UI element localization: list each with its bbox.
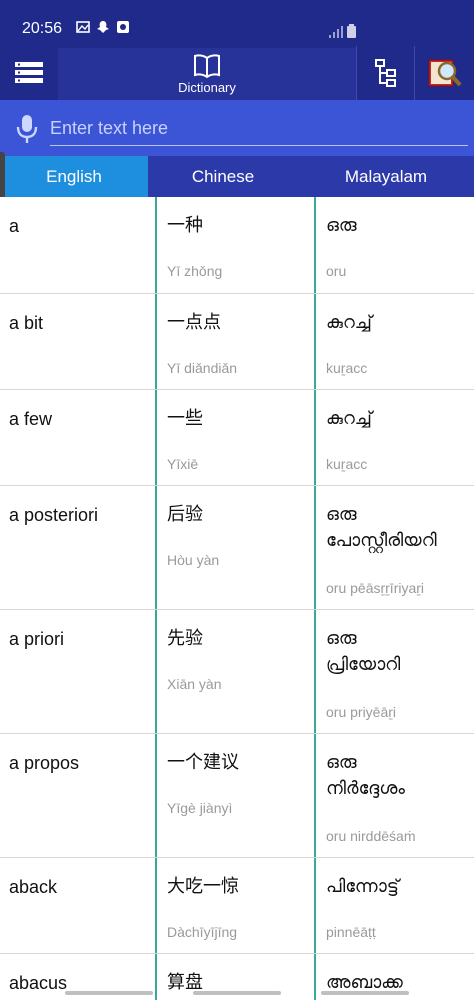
battery-icon bbox=[347, 24, 356, 38]
malayalam-word: കുറച്ച് bbox=[326, 408, 372, 429]
english-word: a posteriori bbox=[9, 505, 99, 525]
english-word: a priori bbox=[9, 629, 65, 649]
english-word: a bbox=[9, 216, 20, 236]
malayalam-word: കുറച്ച് bbox=[326, 312, 372, 333]
malayalam-romanization: kuṟacc bbox=[326, 456, 368, 472]
pinyin: Yīxiē bbox=[167, 456, 199, 472]
tab-malayalam[interactable]: Malayalam bbox=[298, 156, 474, 197]
tab-chinese[interactable]: Chinese bbox=[148, 156, 298, 197]
language-tabs: English Chinese Malayalam bbox=[0, 156, 474, 197]
record-icon bbox=[117, 21, 129, 33]
malayalam-romanization: oru pēāsṟṟīriyaṟi bbox=[326, 580, 425, 596]
english-word: a few bbox=[9, 409, 53, 429]
search-bar bbox=[0, 100, 474, 156]
microphone-icon[interactable] bbox=[16, 114, 38, 144]
table-row[interactable]: a few 一些 Yīxiē കുറച്ച് kuṟacc bbox=[0, 390, 474, 486]
tree-structure-icon bbox=[374, 59, 396, 87]
dictionary-list: a 一种 Yī zhǒng ഒരു oru a bit 一点点 Yī diǎndiǎn… bbox=[0, 197, 474, 1000]
search-input[interactable] bbox=[50, 112, 468, 146]
pinyin: Yīgè jiànyì bbox=[167, 800, 233, 816]
pinyin: Xiān yàn bbox=[167, 676, 222, 692]
malayalam-word: ഒരു bbox=[326, 215, 357, 236]
top-toolbar: Dictionary bbox=[0, 46, 474, 100]
pinyin: Yī diǎndiǎn bbox=[167, 360, 238, 376]
chinese-word: 一点点 bbox=[167, 312, 221, 333]
dictionary-tab[interactable]: Dictionary bbox=[58, 48, 356, 100]
pinyin: Hòu yàn bbox=[167, 552, 220, 568]
signal-icon bbox=[329, 26, 343, 38]
table-row[interactable]: a propos 一个建议 Yīgè jiànyì ഒരു നിർദ്ദേശം or… bbox=[0, 734, 474, 858]
malayalam-romanization: oru priyēāṟi bbox=[326, 704, 397, 720]
book-magnifier-icon bbox=[428, 59, 462, 87]
chinese-word: 后验 bbox=[167, 504, 203, 525]
chinese-word: 先验 bbox=[167, 628, 203, 649]
english-word: a bit bbox=[9, 313, 44, 333]
malayalam-romanization: oru bbox=[326, 263, 347, 279]
system-status-icons bbox=[329, 24, 356, 38]
snapchat-icon bbox=[97, 21, 109, 33]
nav-recents[interactable] bbox=[65, 991, 153, 995]
malayalam-romanization: pinnēāṭṭ bbox=[326, 924, 376, 940]
notification-icons bbox=[76, 20, 130, 34]
malayalam-word: ഒരു നിർദ്ദേശം bbox=[326, 752, 405, 799]
chinese-word: 大吃一惊 bbox=[167, 876, 239, 897]
table-row[interactable]: a posteriori 后验 Hòu yàn ഒരു പോസ്റ്റീരിയറി… bbox=[0, 486, 474, 610]
table-row[interactable]: a priori 先验 Xiān yàn ഒരു പ്രിയോറി oru priy… bbox=[0, 610, 474, 734]
malayalam-romanization: kuṟacc bbox=[326, 360, 368, 376]
menu-button[interactable] bbox=[0, 46, 58, 100]
pinyin: Dàchīyījīng bbox=[167, 924, 238, 940]
english-word: aback bbox=[9, 877, 58, 897]
chinese-word: 一种 bbox=[167, 215, 203, 236]
malayalam-romanization: oru nirddēśaṁ bbox=[326, 828, 416, 844]
status-time: 20:56 bbox=[22, 20, 63, 37]
malayalam-word: ഒരു പോസ്റ്റീരിയറി bbox=[326, 504, 437, 551]
english-word: a propos bbox=[9, 753, 80, 773]
table-row[interactable]: a bit 一点点 Yī diǎndiǎn കുറച്ച് kuṟacc bbox=[0, 294, 474, 390]
hierarchy-button[interactable] bbox=[356, 46, 414, 100]
pinyin: Yī zhǒng bbox=[167, 263, 223, 279]
malayalam-word: ഒരു പ്രിയോറി bbox=[326, 628, 401, 675]
malayalam-word: പിന്നോട്ട് bbox=[326, 876, 399, 897]
tab-english[interactable]: English bbox=[0, 156, 148, 197]
table-row[interactable]: aback 大吃一惊 Dàchīyījīng പിന്നോട്ട് pinnēāṭṭ bbox=[0, 858, 474, 954]
gallery-icon bbox=[76, 21, 90, 33]
system-nav-bar bbox=[0, 986, 474, 1000]
nav-home[interactable] bbox=[193, 991, 281, 995]
list-menu-icon bbox=[15, 62, 43, 83]
nav-back[interactable] bbox=[321, 991, 409, 995]
status-bar: 20:56 bbox=[0, 0, 474, 46]
lookup-button[interactable] bbox=[414, 46, 474, 100]
chinese-word: 一个建议 bbox=[167, 752, 239, 773]
dictionary-label: Dictionary bbox=[178, 79, 236, 95]
chinese-word: 一些 bbox=[167, 408, 203, 429]
table-row[interactable]: a 一种 Yī zhǒng ഒരു oru bbox=[0, 197, 474, 294]
open-book-icon bbox=[194, 53, 220, 78]
